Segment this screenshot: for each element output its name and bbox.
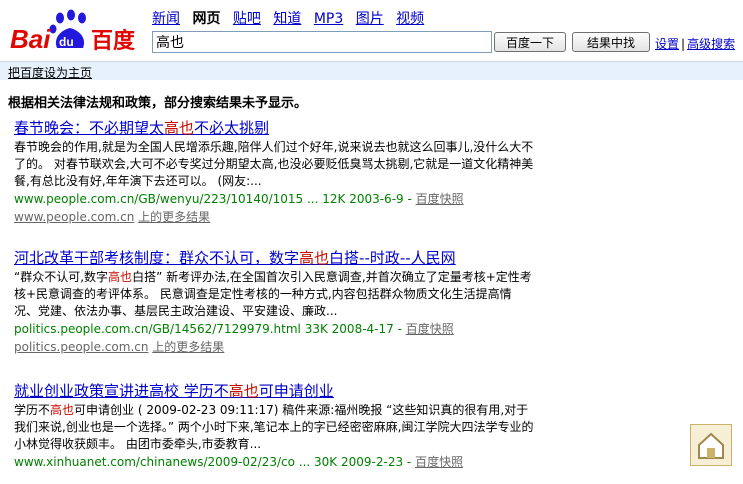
header: Bai du 百度 新闻 网页 贴吧 知道 MP3 图片 视频 百度一下 结果中… [0, 0, 743, 60]
nav-tieba[interactable]: 贴吧 [233, 11, 261, 27]
result-url: politics.people.com.cn/GB/14562/7129979.… [14, 322, 454, 336]
set-homepage-link[interactable]: 把百度设为主页 [8, 64, 92, 81]
sub-bar: 把百度设为主页 [0, 61, 743, 80]
nav-web: 网页 [192, 11, 221, 27]
top-links: 设置 | 高级搜索 [655, 35, 735, 52]
logo-text-bai: Bai [10, 24, 51, 54]
settings-link[interactable]: 设置 [655, 37, 679, 51]
cache-link[interactable]: 百度快照 [416, 192, 464, 206]
result-url: www.people.com.cn/GB/wenyu/223/10140/101… [14, 192, 464, 206]
cache-link[interactable]: 百度快照 [406, 322, 454, 336]
nav-video[interactable]: 视频 [396, 11, 424, 27]
result-title-link[interactable]: 春节晚会：不必期望太高也不必太挑剔 [14, 118, 554, 138]
result-snippet: 春节晚会的作用,就是为全国人民增添乐趣,陪伴人们过个好年,说来说去也就这么回事儿… [14, 140, 534, 188]
more-results-link[interactable]: www.people.com.cn 上的更多结果 [14, 208, 554, 226]
baidu-logo[interactable]: Bai du 百度 [9, 8, 147, 54]
logo-text-du: du [59, 35, 74, 49]
result-snippet: 学历不高也可申请创业 ( 2009-02-23 09:11:17) 稿件来源:福… [14, 403, 534, 451]
result-snippet: “群众不认可,数字高也白搭” 新考评办法,在全国首次引入民意调查,并首次确立了定… [14, 270, 532, 318]
result-title-link[interactable]: 河北改革干部考核制度：群众不认可，数字高也白搭--时政--人民网 [14, 248, 554, 268]
search-category-nav: 新闻 网页 贴吧 知道 MP3 图片 视频 [152, 8, 432, 28]
search-button[interactable]: 百度一下 [494, 32, 566, 52]
nav-zhidao[interactable]: 知道 [273, 11, 301, 27]
house-icon[interactable] [690, 424, 732, 466]
result-url: www.xinhuanet.com/chinanews/2009-02/23/c… [14, 455, 464, 469]
nav-images[interactable]: 图片 [356, 11, 384, 27]
search-result: 春节晚会：不必期望太高也不必太挑剔 春节晚会的作用,就是为全国人民增添乐趣,陪伴… [14, 118, 554, 226]
more-results-link[interactable]: politics.people.com.cn 上的更多结果 [14, 338, 554, 356]
search-within-results-button[interactable]: 结果中找 [572, 32, 650, 52]
link-separator: | [681, 37, 686, 51]
search-input[interactable] [152, 31, 492, 53]
nav-news[interactable]: 新闻 [152, 11, 180, 27]
search-result: 就业创业政策宣讲进高校 学历不高也可申请创业 学历不高也可申请创业 ( 2009… [14, 381, 554, 471]
cache-link[interactable]: 百度快照 [415, 455, 463, 469]
nav-mp3[interactable]: MP3 [314, 11, 343, 27]
logo-text-baidu-cn: 百度 [91, 28, 136, 54]
advanced-search-link[interactable]: 高级搜索 [687, 37, 735, 51]
search-result: 河北改革干部考核制度：群众不认可，数字高也白搭--时政--人民网 “群众不认可,… [14, 248, 554, 356]
result-title-link[interactable]: 就业创业政策宣讲进高校 学历不高也可申请创业 [14, 381, 554, 401]
legal-notice: 根据相关法律法规和政策，部分搜索结果未予显示。 [8, 96, 308, 111]
